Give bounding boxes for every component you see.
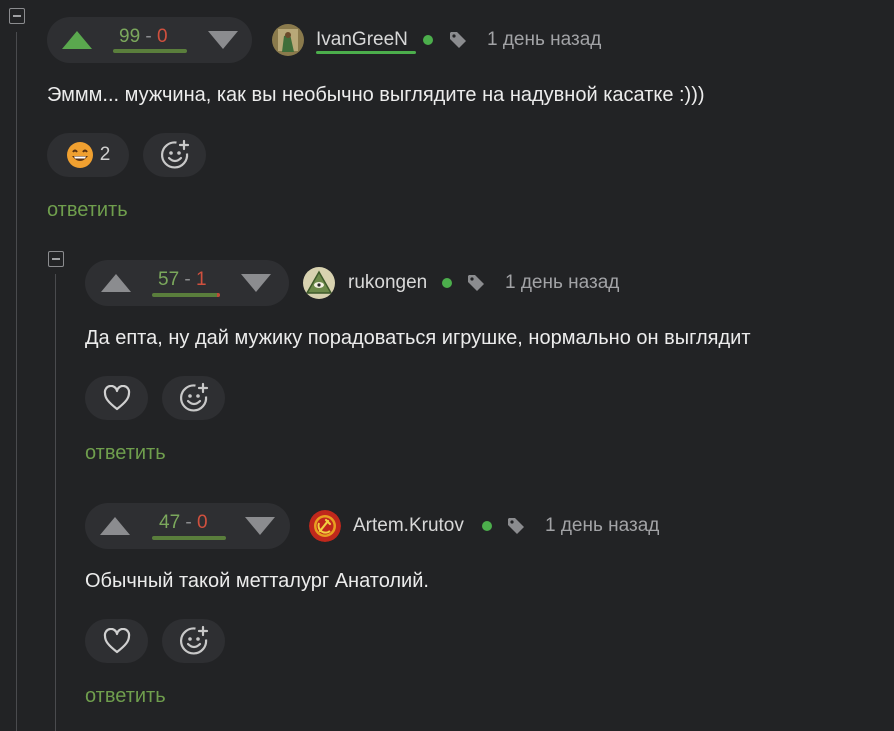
add-reaction-button[interactable]	[162, 376, 225, 420]
online-status-icon	[482, 521, 492, 531]
reaction-count: 2	[99, 144, 111, 165]
comment-time: 1 день назад	[545, 515, 660, 536]
score-minus: 0	[157, 26, 168, 47]
vote-box: 57 - 1	[85, 260, 289, 306]
like-button[interactable]	[85, 619, 148, 663]
upvote-arrow-icon[interactable]	[100, 517, 130, 535]
score: 47 - 0	[159, 512, 208, 534]
add-emoji-icon	[160, 139, 189, 169]
online-status-icon	[442, 278, 452, 288]
reply-link[interactable]: ответить	[85, 685, 166, 708]
downvote-arrow-icon[interactable]	[245, 517, 275, 535]
score-rating-bar	[152, 293, 220, 297]
add-reaction-button[interactable]	[143, 133, 206, 177]
heart-icon	[103, 628, 130, 654]
grinning-face-emoji-icon	[66, 142, 93, 168]
author-name[interactable]: Artem.Krutov	[353, 515, 464, 537]
score-plus: 47	[159, 512, 181, 533]
score-minus: 1	[196, 269, 207, 290]
score-minus: 0	[197, 512, 208, 533]
add-emoji-icon	[179, 625, 208, 655]
score: 57 - 1	[158, 269, 207, 291]
score-plus: 99	[119, 26, 141, 47]
downvote-arrow-icon[interactable]	[241, 274, 271, 292]
score-plus: 57	[158, 269, 180, 290]
add-emoji-icon	[179, 382, 208, 412]
comment-text: Да епта, ну дай мужику порадоваться игру…	[85, 327, 751, 349]
avatar[interactable]	[272, 24, 304, 56]
score-separator: -	[179, 269, 197, 290]
downvote-arrow-icon[interactable]	[208, 31, 238, 49]
avatar[interactable]	[303, 267, 335, 299]
score-rating-bar	[113, 49, 187, 53]
vote-box: 47 - 0	[85, 503, 290, 549]
comment-time: 1 день назад	[487, 29, 602, 50]
comment-time: 1 день назад	[505, 272, 620, 293]
collapse-thread-button[interactable]	[9, 8, 25, 24]
heart-icon	[103, 385, 130, 411]
username-underline	[316, 51, 416, 54]
score-separator: -	[140, 26, 158, 47]
reply-link[interactable]: ответить	[47, 199, 128, 222]
score-separator: -	[180, 512, 198, 533]
online-status-icon	[423, 35, 433, 45]
score: 99 - 0	[119, 26, 168, 48]
thread-line-root	[16, 32, 17, 731]
upvote-arrow-icon[interactable]	[62, 31, 92, 49]
collapse-thread-button[interactable]	[48, 251, 64, 267]
reaction-button[interactable]: 2	[47, 133, 129, 177]
author-name[interactable]: IvanGreeN	[316, 29, 408, 51]
comment-text: Эммм... мужчина, как вы необычно выгляди…	[47, 84, 705, 106]
reply-link[interactable]: ответить	[85, 442, 166, 465]
avatar[interactable]	[309, 510, 341, 542]
comment-text: Обычный такой метталург Анатолий.	[85, 570, 429, 592]
vote-box: 99 - 0	[47, 17, 252, 63]
tag-icon[interactable]	[449, 31, 467, 49]
upvote-arrow-icon[interactable]	[101, 274, 131, 292]
tag-icon[interactable]	[507, 517, 525, 535]
tag-icon[interactable]	[467, 274, 485, 292]
thread-line-nested	[55, 274, 56, 731]
author-name[interactable]: rukongen	[348, 272, 427, 294]
score-rating-bar	[152, 536, 226, 540]
like-button[interactable]	[85, 376, 148, 420]
add-reaction-button[interactable]	[162, 619, 225, 663]
